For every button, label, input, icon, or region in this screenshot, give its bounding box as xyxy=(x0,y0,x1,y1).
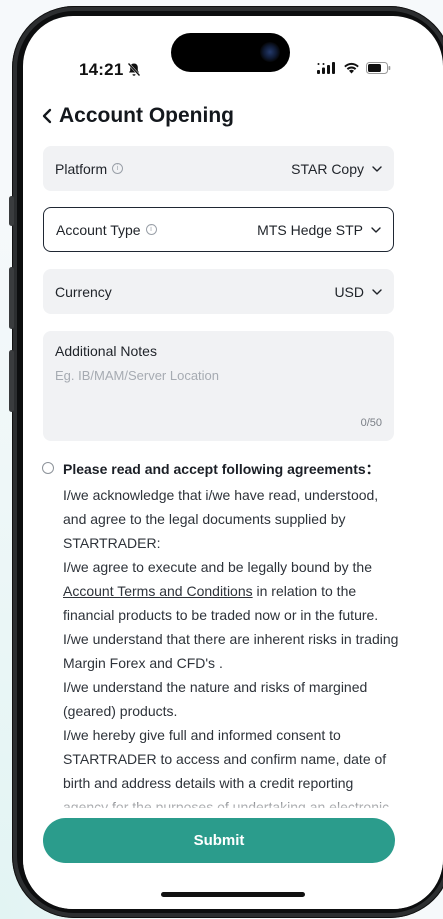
account-type-value: MTS Hedge STP xyxy=(257,221,363,238)
cellular-signal-icon xyxy=(317,62,335,74)
bell-muted-icon xyxy=(127,62,141,77)
platform-value: STAR Copy xyxy=(291,160,364,177)
status-icons xyxy=(317,62,391,74)
agreement-text-2: I/we agree to execute and be legally bou… xyxy=(63,555,402,627)
character-counter: 0/50 xyxy=(360,417,382,429)
back-chevron-icon[interactable] xyxy=(41,108,53,124)
info-icon[interactable]: i xyxy=(145,224,157,235)
agreement-text-1: I/we acknowledge that i/we have read, un… xyxy=(63,487,379,551)
agreements-heading: Please read and accept following agreeme… xyxy=(63,461,380,477)
currency-value: USD xyxy=(334,283,364,300)
account-type-select[interactable]: Account Type i MTS Hedge STP xyxy=(43,207,394,252)
volume-up-button xyxy=(9,267,14,329)
notes-label: Additional Notes xyxy=(55,343,157,359)
agreement-text-2-start: I/we agree to execute and be legally bou… xyxy=(63,559,372,575)
dynamic-island xyxy=(171,33,290,72)
info-icon[interactable]: i xyxy=(112,163,124,174)
currency-select[interactable]: Currency USD xyxy=(43,269,394,314)
page-header: Account Opening xyxy=(41,104,234,128)
account-terms-link[interactable]: Account Terms and Conditions xyxy=(63,583,253,599)
action-button xyxy=(9,196,14,226)
currency-label: Currency xyxy=(55,283,112,300)
accept-agreements-radio[interactable] xyxy=(42,462,54,474)
submit-button[interactable]: Submit xyxy=(43,818,395,863)
battery-icon xyxy=(366,62,391,74)
platform-label: Platform xyxy=(55,160,108,177)
agreement-text-4: I/we understand the nature and risks of … xyxy=(63,679,368,719)
agreement-text-3: I/we understand that there are inherent … xyxy=(63,631,399,671)
wifi-icon xyxy=(344,62,359,74)
agreements-section: Please read and accept following agreeme… xyxy=(42,459,402,819)
app-screen: 14:21 Account Opening Platform i STAR Co… xyxy=(23,16,443,909)
additional-notes-field[interactable]: Additional Notes Eg. IB/MAM/Server Locat… xyxy=(43,331,394,441)
page-title: Account Opening xyxy=(59,104,234,127)
chevron-down-icon xyxy=(372,165,382,172)
chevron-down-icon xyxy=(371,226,381,233)
volume-down-button xyxy=(9,350,14,412)
home-indicator[interactable] xyxy=(161,892,305,897)
account-type-label: Account Type xyxy=(56,221,141,238)
notes-placeholder[interactable]: Eg. IB/MAM/Server Location xyxy=(55,368,382,383)
chevron-down-icon xyxy=(372,288,382,295)
status-time: 14:21 xyxy=(79,60,124,79)
platform-select[interactable]: Platform i STAR Copy xyxy=(43,146,394,191)
